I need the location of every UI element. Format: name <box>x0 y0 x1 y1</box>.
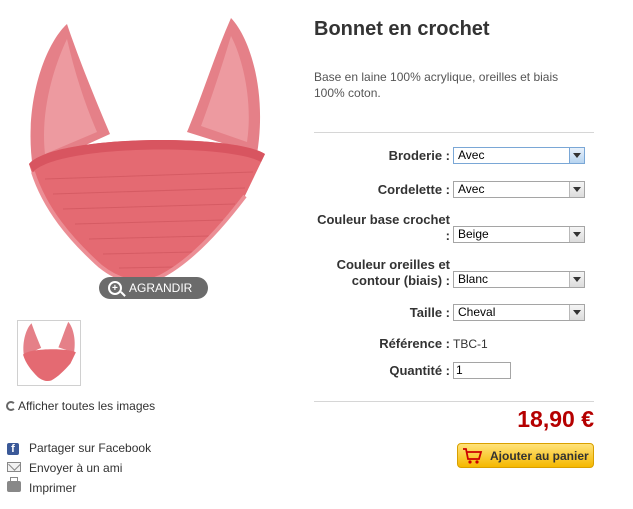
broderie-value: Avec <box>458 148 485 162</box>
couleur-oreilles-select[interactable]: Blanc <box>453 271 585 288</box>
refresh-icon <box>6 401 16 411</box>
cordelette-label: Cordelette : <box>377 182 450 197</box>
chevron-down-icon <box>569 272 584 287</box>
taille-select[interactable]: Cheval <box>453 304 585 321</box>
show-all-images-label: Afficher toutes les images <box>18 399 156 413</box>
couleur-oreilles-value: Blanc <box>458 272 489 286</box>
couleur-oreilles-label: Couleur oreilles et contour (biais) : <box>300 257 450 289</box>
product-description: Base en laine 100% acrylique, oreilles e… <box>314 70 559 100</box>
product-gallery: + AGRANDIR Afficher toutes les images f … <box>0 0 300 509</box>
couleur-base-value: Beige <box>458 227 489 241</box>
print-label: Imprimer <box>29 481 77 495</box>
zoom-icon: + <box>108 281 122 295</box>
send-to-friend-label: Envoyer à un ami <box>29 461 123 475</box>
print-link[interactable]: Imprimer <box>7 477 151 498</box>
chevron-down-icon <box>569 148 584 163</box>
quantity-input[interactable]: 1 <box>453 362 511 379</box>
share-facebook-label: Partager sur Facebook <box>29 441 152 455</box>
add-to-cart-button[interactable]: Ajouter au panier <box>457 443 594 468</box>
quantity-label: Quantité : <box>389 363 450 378</box>
chevron-down-icon <box>569 182 584 197</box>
facebook-icon: f <box>7 443 19 455</box>
product-main-image[interactable] <box>15 14 275 300</box>
shopping-cart-icon <box>463 447 483 464</box>
broderie-label: Broderie : <box>388 148 450 163</box>
reference-label: Référence : <box>379 336 450 351</box>
share-list: f Partager sur Facebook Envoyer à un ami… <box>7 438 151 498</box>
couleur-base-label-line2: : <box>445 228 450 243</box>
divider <box>314 401 594 402</box>
thumbnail-image <box>23 321 76 382</box>
taille-label: Taille : <box>409 305 450 320</box>
couleur-base-label: Couleur base crochet : <box>300 212 450 244</box>
broderie-select[interactable]: Avec <box>453 147 585 164</box>
taille-value: Cheval <box>458 305 496 319</box>
chevron-down-icon <box>569 305 584 320</box>
send-to-friend-link[interactable]: Envoyer à un ami <box>7 458 151 478</box>
cordelette-select[interactable]: Avec <box>453 181 585 198</box>
printer-icon <box>7 477 21 492</box>
show-all-images-link[interactable]: Afficher toutes les images <box>6 399 155 413</box>
share-facebook-link[interactable]: f Partager sur Facebook <box>7 438 151 458</box>
enlarge-label: AGRANDIR <box>129 281 193 295</box>
product-thumbnail[interactable] <box>17 320 81 386</box>
couleur-base-label-line1: Couleur base crochet <box>317 212 450 227</box>
reference-value: TBC-1 <box>453 337 488 351</box>
chevron-down-icon <box>569 227 584 242</box>
add-to-cart-label: Ajouter au panier <box>490 448 589 463</box>
divider <box>314 132 594 133</box>
couleur-oreilles-label-line1: Couleur oreilles et <box>336 257 450 272</box>
product-price: 18,90 € <box>517 406 594 432</box>
couleur-base-select[interactable]: Beige <box>453 226 585 243</box>
enlarge-button[interactable]: + AGRANDIR <box>99 277 208 299</box>
envelope-icon <box>7 462 21 472</box>
product-title: Bonnet en crochet <box>314 18 490 40</box>
cordelette-value: Avec <box>458 182 485 196</box>
couleur-oreilles-label-line2: contour (biais) : <box>351 273 450 288</box>
